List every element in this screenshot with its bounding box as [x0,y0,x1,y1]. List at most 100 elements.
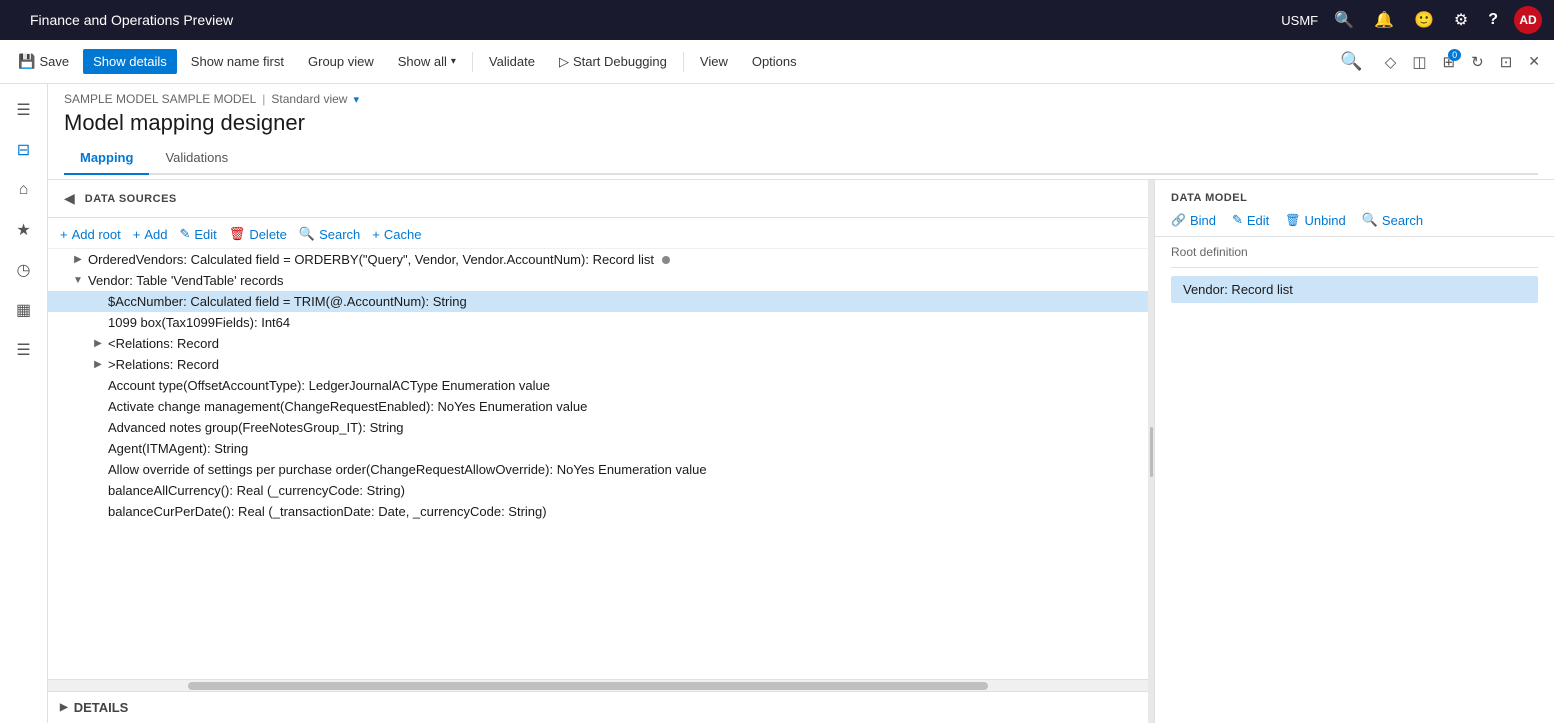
bind-button[interactable]: 🔗 Bind [1171,213,1216,228]
show-details-button[interactable]: Show details [83,49,177,74]
tabs: Mapping Validations [64,142,1538,175]
user-button[interactable]: 🙂 [1410,8,1438,32]
dm-vendor-record[interactable]: Vendor: Record list [1171,276,1538,303]
expand-icon[interactable]: ▶ [88,359,108,370]
tab-mapping[interactable]: Mapping [64,142,149,175]
breadcrumb-chevron-icon: ▾ [353,93,359,106]
recent-button[interactable]: ◷ [6,252,42,288]
tree-item-balance-cur[interactable]: balanceCurPerDate(): Real (_transactionD… [48,501,1148,522]
toolbar-right-icons: ◇ ◫ 0 ⊞ ↻ ⊡ ✕ [1379,49,1546,75]
edit-button[interactable]: ✎ Edit [179,224,216,244]
tree-label: Activate change management(ChangeRequest… [108,399,587,414]
add-icon: + [133,227,141,242]
expand-button[interactable]: ⊡ [1494,49,1519,75]
favorites-button[interactable]: ★ [6,212,42,248]
search-button[interactable]: 🔍 Search [299,224,360,244]
tree-label: balanceAllCurrency(): Real (_currencyCod… [108,483,405,498]
tree-item-relations-gt[interactable]: ▶ >Relations: Record [48,354,1148,375]
filter-button[interactable]: ⊟ [6,132,42,168]
show-details-label: Show details [93,54,167,69]
save-button[interactable]: 💾 Save [8,48,79,75]
add-label: Add [144,227,167,242]
horizontal-scrollbar[interactable] [48,679,1148,691]
tree-item-balance-all[interactable]: balanceAllCurrency(): Real (_currencyCod… [48,480,1148,501]
scroll-thumb[interactable] [188,682,988,690]
badge-button[interactable]: 0 ⊞ [1437,49,1462,75]
group-view-label: Group view [308,54,374,69]
tree-item-advanced-notes[interactable]: Advanced notes group(FreeNotesGroup_IT):… [48,417,1148,438]
close-button[interactable]: ✕ [1522,49,1546,74]
tree-label: Agent(ITMAgent): String [108,441,248,456]
details-chevron-icon: ▶ [60,702,68,713]
help-button[interactable]: ? [1484,9,1502,31]
view-button[interactable]: View [690,49,738,74]
add-button[interactable]: + Add [133,225,168,244]
page-title: Model mapping designer [64,110,1538,136]
modules-button[interactable]: ☰ [6,332,42,368]
menu-button[interactable]: ☰ [6,92,42,128]
tree-item-ordered-vendors[interactable]: ▶ OrderedVendors: Calculated field = ORD… [48,249,1148,270]
tree-item-allow-override[interactable]: Allow override of settings per purchase … [48,459,1148,480]
dm-edit-button[interactable]: ✎ Edit [1232,212,1269,228]
tree-list[interactable]: ▶ OrderedVendors: Calculated field = ORD… [48,249,1148,679]
tree-item-vendor[interactable]: ▼ Vendor: Table 'VendTable' records [48,270,1148,291]
group-view-button[interactable]: Group view [298,49,384,74]
main-layout: ☰ ⊟ ⌂ ★ ◷ ▦ ☰ SAMPLE MODEL SAMPLE MODEL … [0,84,1554,723]
tree-label: Allow override of settings per purchase … [108,462,707,477]
tree-label: balanceCurPerDate(): Real (_transactionD… [108,504,547,519]
dm-edit-icon: ✎ [1232,212,1243,228]
show-name-first-button[interactable]: Show name first [181,49,294,74]
settings-button[interactable]: ⚙ [1450,8,1472,32]
toolbar-search-button[interactable]: 🔍 [1332,47,1370,76]
unbind-label: Unbind [1305,213,1346,228]
view-label: View [700,54,728,69]
collapse-icon[interactable]: ▼ [68,275,88,286]
dm-search-button[interactable]: 🔍 Search [1362,212,1423,228]
ds-collapse-button[interactable]: ◀ [60,188,79,209]
home-button[interactable]: ⌂ [6,172,42,208]
tree-item-activate-change[interactable]: Activate change management(ChangeRequest… [48,396,1148,417]
debug-icon: ▷ [559,54,569,70]
global-search-button[interactable]: 🔍 [1330,8,1358,32]
breadcrumb-view: Standard view [271,92,347,106]
top-bar: Finance and Operations Preview USMF 🔍 🔔 … [0,0,1554,40]
dm-item-label: Vendor: Record list [1183,282,1293,297]
sidebar-toggle-button[interactable]: ◫ [1406,49,1432,75]
validate-label: Validate [489,54,535,69]
dot-indicator [662,256,670,264]
grid-menu-button[interactable] [12,18,20,22]
tree-item-account-type[interactable]: Account type(OffsetAccountType): LedgerJ… [48,375,1148,396]
dm-search-label: Search [1382,213,1423,228]
dm-search-icon: 🔍 [1362,212,1378,228]
tree-item-agent[interactable]: Agent(ITMAgent): String [48,438,1148,459]
diamond-icon-button[interactable]: ◇ [1379,49,1403,75]
edit-icon: ✎ [179,226,190,242]
add-root-button[interactable]: + Add root [60,225,121,244]
validate-button[interactable]: Validate [479,49,545,74]
tree-item-tax1099[interactable]: 1099 box(Tax1099Fields): Int64 [48,312,1148,333]
delete-button[interactable]: 🗑 Delete [229,224,287,244]
cache-button[interactable]: + Cache [372,225,421,244]
tree-item-relations-lt[interactable]: ▶ <Relations: Record [48,333,1148,354]
add-root-label: Add root [72,227,121,242]
show-all-button[interactable]: Show all ▾ [388,49,466,74]
search-icon: 🔍 [299,226,315,242]
tab-validations[interactable]: Validations [149,142,244,175]
notifications-button[interactable]: 🔔 [1370,8,1398,32]
details-bar[interactable]: ▶ DETAILS [48,691,1148,723]
workspaces-button[interactable]: ▦ [6,292,42,328]
expand-icon[interactable]: ▶ [68,254,88,265]
edit-label: Edit [194,227,216,242]
refresh-button[interactable]: ↻ [1465,49,1490,75]
expand-icon[interactable]: ▶ [88,338,108,349]
unbind-button[interactable]: 🗑 Unbind [1285,213,1345,228]
start-debugging-button[interactable]: ▷ Start Debugging [549,49,677,75]
bind-icon: 🔗 [1171,213,1186,227]
add-root-icon: + [60,227,68,242]
delete-icon: 🗑 [229,226,246,242]
tree-item-acc-number[interactable]: $AccNumber: Calculated field = TRIM(@.Ac… [48,291,1148,312]
options-button[interactable]: Options [742,49,807,74]
tree-label: <Relations: Record [108,336,219,351]
avatar[interactable]: AD [1514,6,1542,34]
delete-label: Delete [249,227,287,242]
